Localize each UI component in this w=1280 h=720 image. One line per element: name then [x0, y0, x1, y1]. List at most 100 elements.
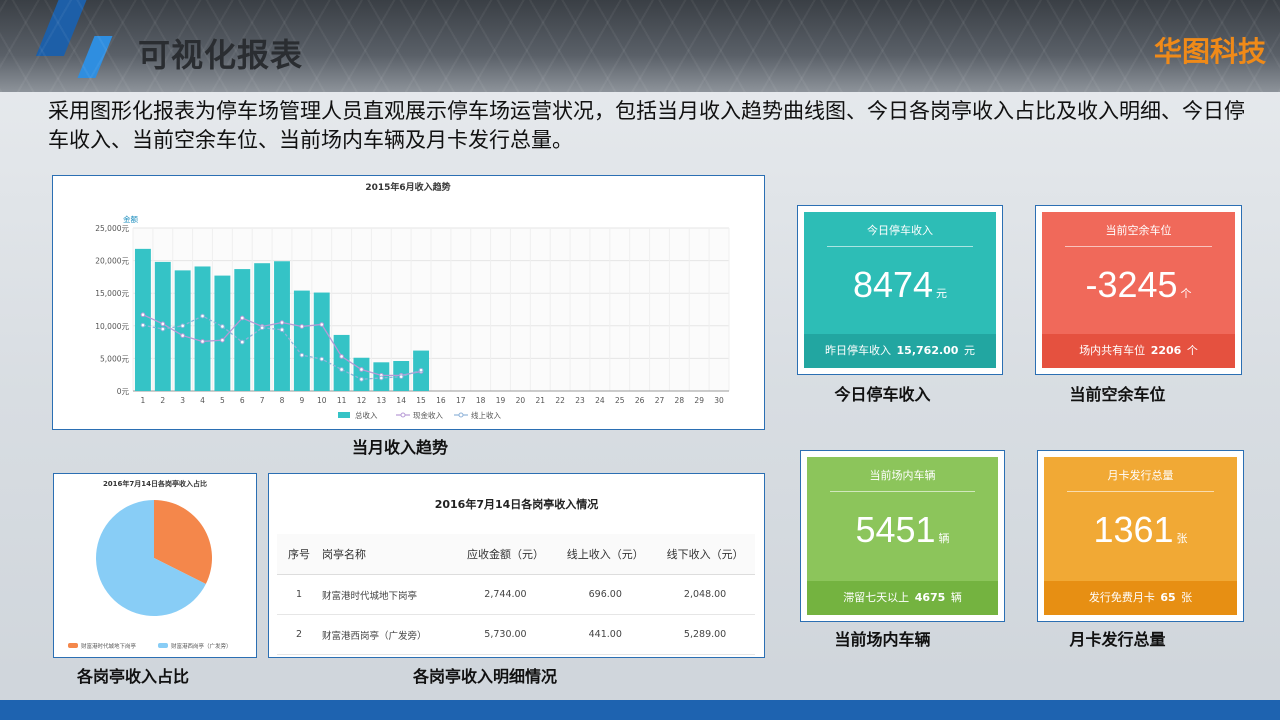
kpi-income-caption: 今日停车收入 — [834, 385, 931, 404]
pie-title: 2016年7月14日各岗亭收入占比 — [103, 479, 207, 488]
kpi-income-card: 今日停车收入 8474 元 昨日停车收入 15,762.00 元 — [804, 212, 996, 368]
y-tick-label: 10,000元 — [95, 322, 129, 331]
intro-text: 采用图形化报表为停车场管理人员直观展示停车场运营状况，包括当月收入趋势曲线图、今… — [48, 99, 1245, 152]
pie-legend-swatch — [158, 643, 168, 648]
logo-stripe-dark — [35, 0, 89, 56]
cell-index: 1 — [277, 574, 321, 615]
x-tick-label: 11 — [337, 396, 347, 405]
line-point — [259, 325, 265, 331]
kpi-spaces-foot-label: 场内共有车位 — [1079, 344, 1146, 357]
line-point — [279, 320, 285, 325]
bar-total-income — [194, 266, 211, 391]
kpi-income-foot-value: 15,762.00 — [896, 344, 959, 357]
line-point — [299, 352, 305, 358]
y-tick-label: 25,000元 — [95, 224, 129, 233]
kpi-spaces-value-wrap: -3245 个 — [1042, 264, 1235, 306]
kpi-vehicles-frame: 当前场内车辆 5451 辆 滞留七天以上 4675 辆 — [800, 450, 1005, 622]
x-tick-label: 1 — [141, 396, 146, 405]
kpi-spaces-title: 当前空余车位 — [1105, 224, 1172, 237]
line-point — [379, 375, 384, 381]
kpi-cards-foot-value: 65 — [1160, 591, 1176, 604]
bar-total-income — [293, 290, 310, 391]
x-tick-label: 28 — [675, 396, 685, 405]
kpi-cards-unit: 张 — [1176, 533, 1188, 545]
cell-online: 696.00 — [555, 574, 656, 615]
x-tick-label: 10 — [317, 396, 327, 405]
x-tick-label: 3 — [180, 396, 185, 405]
line-point — [359, 367, 364, 372]
legend-swatch — [338, 412, 350, 418]
kpi-cards-frame: 月卡发行总量 1361 张 发行免费月卡 65 张 — [1037, 450, 1244, 622]
line-point — [299, 324, 305, 329]
x-tick-label: 15 — [416, 396, 426, 405]
kpi-vehicles-foot-label: 滞留七天以上 — [843, 591, 910, 604]
col-header-name: 岗亭名称 — [321, 534, 456, 575]
y-tick-label: 15,000元 — [95, 289, 129, 298]
kpi-vehicles-foot-unit: 辆 — [950, 591, 962, 604]
line-point — [180, 333, 185, 338]
detail-table: 序号 岗亭名称 应收金额（元） 线上收入（元） 线下收入（元） 1 财富港时代城… — [277, 534, 755, 655]
pie-legend-label: 财富港西岗亭（广发旁） — [171, 642, 232, 650]
kpi-spaces-foot-value: 2206 — [1150, 344, 1182, 357]
y-tick-label: 5,000元 — [100, 354, 129, 363]
kpi-spaces-caption: 当前空余车位 — [1069, 385, 1166, 404]
table-row: 2 财富港西岗亭（广发旁） 5,730.00 441.00 5,289.00 — [277, 614, 755, 655]
legend-label: 现金收入 — [413, 410, 443, 420]
kpi-divider — [1067, 491, 1214, 492]
bar-total-income — [174, 270, 191, 391]
kpi-spaces-value: -3245 — [1085, 264, 1178, 305]
x-tick-label: 30 — [714, 396, 724, 405]
legend-swatch-point — [458, 412, 464, 418]
bar-total-income — [134, 248, 151, 391]
x-tick-label: 20 — [516, 396, 526, 405]
x-tick-label: 8 — [280, 396, 285, 405]
table-header-row: 序号 岗亭名称 应收金额（元） 线上收入（元） 线下收入（元） — [277, 534, 755, 575]
x-tick-label: 23 — [575, 396, 585, 405]
kpi-divider — [827, 246, 973, 247]
x-tick-label: 22 — [555, 396, 565, 405]
cell-due: 5,730.00 — [455, 614, 556, 655]
line-point — [239, 339, 245, 345]
line-point — [398, 374, 404, 379]
line-point — [279, 327, 285, 333]
detail-table-panel: 2016年7月14日各岗亭收入情况 序号 岗亭名称 应收金额（元） 线上收入（元… — [268, 473, 765, 658]
chart-title: 2015年6月收入趋势 — [365, 181, 450, 193]
x-tick-label: 14 — [396, 396, 406, 405]
cell-offline: 5,289.00 — [655, 614, 755, 655]
kpi-spaces-frame: 当前空余车位 -3245 个 场内共有车位 2206 个 — [1035, 205, 1242, 375]
x-tick-label: 18 — [476, 396, 486, 405]
cell-offline: 2,048.00 — [655, 574, 755, 615]
pie-chart-panel: 2016年7月14日各岗亭收入占比 财富港时代城地下岗亭 财富港西岗亭（广发旁） — [53, 473, 257, 658]
table-row: 1 财富港时代城地下岗亭 2,744.00 696.00 2,048.00 — [277, 574, 755, 615]
x-tick-label: 27 — [655, 396, 665, 405]
x-tick-label: 2 — [160, 396, 165, 405]
kpi-income-value-wrap: 8474 元 — [804, 264, 996, 306]
cell-online: 441.00 — [555, 614, 656, 655]
kpi-income-value: 8474 — [852, 264, 934, 305]
page-title: 可视化报表 — [138, 36, 304, 74]
x-tick-label: 13 — [377, 396, 387, 405]
kpi-cards-card: 月卡发行总量 1361 张 发行免费月卡 65 张 — [1044, 457, 1237, 615]
kpi-vehicles-value-wrap: 5451 辆 — [807, 509, 998, 551]
y-tick-label: 20,000元 — [95, 257, 129, 266]
kpi-cards-value: 1361 — [1093, 509, 1174, 550]
line-point — [180, 323, 185, 329]
footer-bar — [0, 700, 1280, 720]
kpi-vehicles-card: 当前场内车辆 5451 辆 滞留七天以上 4675 辆 — [807, 457, 998, 615]
line-point — [160, 326, 166, 332]
kpi-vehicles-foot-value: 4675 — [914, 591, 946, 604]
bar-total-income — [274, 261, 290, 391]
x-tick-label: 5 — [220, 396, 225, 405]
kpi-cards-footer: 发行免费月卡 65 张 — [1044, 581, 1237, 615]
x-tick-label: 29 — [694, 396, 704, 405]
line-point — [319, 322, 325, 327]
col-header-online: 线上收入（元） — [555, 534, 656, 575]
kpi-income-title: 今日停车收入 — [867, 224, 933, 237]
cell-name: 财富港西岗亭（广发旁） — [321, 614, 456, 655]
bar-total-income — [313, 292, 330, 391]
x-tick-label: 19 — [496, 396, 506, 405]
bar-total-income — [353, 357, 370, 391]
line-point — [200, 313, 205, 319]
line-point — [418, 367, 424, 373]
kpi-income-unit: 元 — [936, 288, 948, 300]
